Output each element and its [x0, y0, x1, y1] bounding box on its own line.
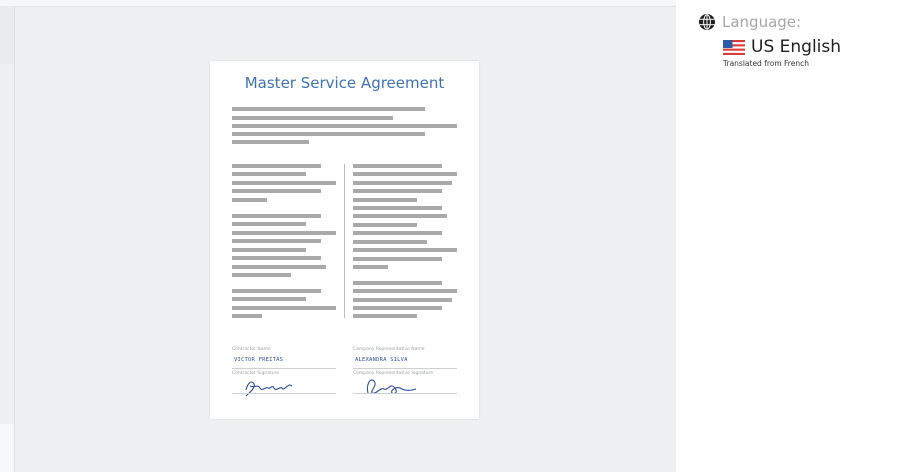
contractor-name: VICTOR FREITAS — [234, 357, 284, 363]
text-line — [232, 198, 267, 202]
company-rep-name-line — [353, 368, 457, 369]
text-line — [353, 164, 442, 168]
text-line — [232, 231, 336, 235]
text-line — [232, 256, 321, 260]
text-line — [232, 248, 306, 252]
document-title: Master Service Agreement — [244, 74, 445, 92]
pane-top-edge — [0, 0, 676, 7]
language-label: Language: — [722, 13, 802, 31]
text-line — [232, 107, 425, 111]
pane-left-rule-lower — [0, 64, 15, 424]
pane-left-rule — [0, 6, 15, 64]
text-line — [353, 198, 417, 202]
document-preview-pane: Master Service Agreement Contractor Name… — [0, 0, 676, 472]
text-line — [353, 214, 447, 218]
text-line — [232, 189, 321, 193]
text-line — [232, 297, 306, 301]
text-line — [353, 240, 427, 244]
text-line — [232, 164, 321, 168]
text-line — [353, 306, 442, 310]
contractor-signature — [245, 381, 293, 397]
text-line — [232, 116, 393, 120]
text-line — [353, 265, 388, 269]
text-line — [353, 223, 417, 227]
company-rep-name: ALEXANDRA SILVA — [355, 357, 408, 363]
text-line — [353, 189, 442, 193]
text-line — [353, 172, 457, 176]
contractor-name-line — [232, 368, 336, 369]
info-panel: Language: US English Translated from Fre… — [676, 0, 902, 472]
pane-bottom-strip — [0, 424, 15, 472]
text-line — [353, 257, 442, 261]
text-line — [353, 298, 452, 302]
language-value-row[interactable]: US English — [723, 37, 841, 57]
company-rep-signature-line — [353, 393, 457, 394]
text-line — [232, 314, 262, 318]
text-line — [232, 265, 326, 269]
text-line — [353, 248, 457, 252]
us-flag-icon — [723, 39, 745, 55]
text-line — [353, 314, 417, 318]
column-divider — [344, 164, 345, 318]
text-line — [232, 172, 306, 176]
text-line — [353, 231, 442, 235]
document-page: Master Service Agreement Contractor Name… — [210, 61, 479, 419]
text-line — [232, 306, 336, 310]
text-line — [353, 181, 452, 185]
text-line — [232, 140, 309, 144]
company-rep-label: Company Representative Name — [353, 347, 425, 352]
text-line — [232, 289, 321, 293]
text-line — [232, 273, 291, 277]
globe-icon — [699, 14, 715, 30]
language-row: Language: — [698, 13, 801, 31]
text-line — [232, 181, 336, 185]
language-value: US English — [751, 37, 842, 57]
text-line — [232, 132, 425, 136]
text-line — [353, 281, 442, 285]
text-line — [232, 239, 321, 243]
text-line — [232, 124, 457, 128]
text-line — [353, 289, 457, 293]
text-line — [232, 222, 306, 226]
contractor-signature-line — [232, 393, 336, 394]
contractor-name-label: Contractor Name — [232, 347, 271, 352]
text-line — [232, 214, 321, 218]
translation-note: Translated from French — [723, 59, 809, 68]
text-line — [353, 206, 442, 210]
